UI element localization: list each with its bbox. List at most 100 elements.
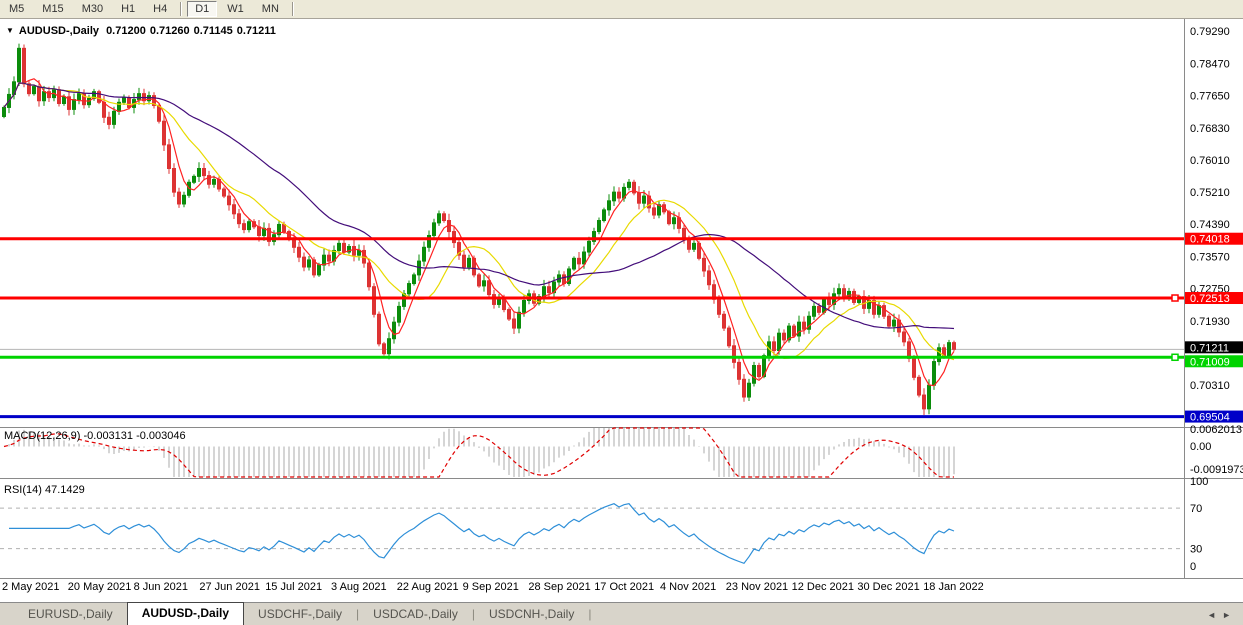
tab-scroll-arrows[interactable]: ◄► xyxy=(1207,610,1237,620)
candle-body xyxy=(903,332,906,342)
candle-body xyxy=(638,193,641,203)
timeframe-button-h1[interactable]: H1 xyxy=(113,1,143,17)
candle-body xyxy=(158,105,161,121)
candle-body xyxy=(588,241,591,252)
candle-body xyxy=(708,271,711,285)
candle-body xyxy=(748,383,751,397)
candle-body xyxy=(488,281,491,295)
timeframe-button-mn[interactable]: MN xyxy=(254,1,287,17)
symbol-tab-usdcnh[interactable]: USDCNH-,Daily xyxy=(477,604,586,625)
timeframe-button-w1[interactable]: W1 xyxy=(219,1,252,17)
timeframe-button-m5[interactable]: M5 xyxy=(1,1,32,17)
candle-body xyxy=(723,314,726,328)
macd-axis-label: -0.0091973 xyxy=(1190,464,1243,476)
current-price-badge-text: 0.71211 xyxy=(1190,342,1229,354)
candle-body xyxy=(733,346,736,363)
candle-body xyxy=(573,258,576,269)
line-handle[interactable] xyxy=(1172,295,1178,301)
macd-axis-label: 0.0062013 xyxy=(1190,424,1242,436)
ma-mid-line xyxy=(4,83,954,360)
candle-body xyxy=(223,189,226,196)
candle-body xyxy=(703,258,706,271)
date-label: 17 Oct 2021 xyxy=(594,581,654,593)
price-tick-label: 0.76830 xyxy=(1190,123,1230,135)
candle-body xyxy=(238,214,241,224)
candle-body xyxy=(563,275,566,284)
ma-slow-line xyxy=(4,83,954,329)
candle-body xyxy=(383,344,386,354)
candle-body xyxy=(178,192,181,204)
candle-body xyxy=(398,306,401,322)
candle-body xyxy=(918,377,921,395)
support-badge-text: 0.69504 xyxy=(1190,412,1230,424)
candle-body xyxy=(353,247,356,256)
symbol-tab-audusd[interactable]: AUDUSD-,Daily xyxy=(127,602,244,625)
candle-body xyxy=(478,275,481,286)
candle-body xyxy=(578,258,581,264)
timeframe-button-m30[interactable]: M30 xyxy=(74,1,111,17)
candle-body xyxy=(873,300,876,314)
candle-body xyxy=(693,243,696,249)
price-tick-label: 0.71930 xyxy=(1190,316,1230,328)
date-label: 20 May 2021 xyxy=(68,581,132,593)
macd-signal-line xyxy=(4,428,954,477)
candle-body xyxy=(328,255,331,261)
timeframe-button-h4[interactable]: H4 xyxy=(145,1,175,17)
candle-body xyxy=(613,192,616,201)
candle-body xyxy=(443,214,446,221)
candle-body xyxy=(728,328,731,346)
candle-body xyxy=(518,312,521,328)
candle-body xyxy=(308,260,311,267)
candle-body xyxy=(228,196,231,205)
candle-body xyxy=(298,247,301,257)
candle-body xyxy=(338,243,341,250)
candle-body xyxy=(513,319,516,328)
candle-body xyxy=(888,316,891,326)
candle-body xyxy=(18,48,21,81)
toolbar-separator xyxy=(180,2,182,16)
candle-body xyxy=(73,100,76,110)
rsi-axis-label: 30 xyxy=(1190,544,1202,556)
symbol-tab-usdchf[interactable]: USDCHF-,Daily xyxy=(246,604,354,625)
date-label: 4 Nov 2021 xyxy=(660,581,716,593)
candle-body xyxy=(948,343,951,356)
candle-body xyxy=(738,362,741,379)
candle-body xyxy=(433,223,436,236)
candle-body xyxy=(818,306,821,312)
candle-body xyxy=(43,92,46,101)
candle-body xyxy=(403,294,406,307)
candle-body xyxy=(823,299,826,312)
symbol-tab-usdcad[interactable]: USDCAD-,Daily xyxy=(361,604,470,625)
date-label: 3 Aug 2021 xyxy=(331,581,387,593)
candle-body xyxy=(583,252,586,264)
candle-body xyxy=(878,306,881,315)
timeframe-button-m15[interactable]: M15 xyxy=(34,1,71,17)
date-label: 18 Jan 2022 xyxy=(923,581,984,593)
chart-canvas[interactable]: 0.792900.784700.776500.768300.760100.752… xyxy=(0,19,1243,602)
candle-body xyxy=(608,201,611,210)
tab-separator: | xyxy=(470,604,477,625)
candle-body xyxy=(23,48,26,83)
candle-body xyxy=(953,343,956,350)
candle-body xyxy=(378,314,381,344)
candle-body xyxy=(463,255,466,267)
candle-body xyxy=(718,299,721,314)
candle-body xyxy=(793,326,796,336)
symbol-tab-eurusd[interactable]: EURUSD-,Daily xyxy=(16,604,125,625)
candle-body xyxy=(813,306,816,316)
price-tick-label: 0.74390 xyxy=(1190,219,1230,231)
candle-body xyxy=(453,232,456,243)
line-handle[interactable] xyxy=(1172,354,1178,360)
macd-axis-label: 0.00 xyxy=(1190,441,1211,453)
timeframe-toolbar: M5M15M30H1H4 D1W1MN xyxy=(0,0,1243,19)
date-label: 8 Jun 2021 xyxy=(134,581,188,593)
candle-body xyxy=(393,322,396,339)
candle-body xyxy=(233,205,236,214)
candle-body xyxy=(128,98,131,108)
candle-body xyxy=(358,250,361,255)
tab-separator: | xyxy=(586,604,593,625)
candle-body xyxy=(173,169,176,193)
timeframe-button-d1[interactable]: D1 xyxy=(187,1,217,17)
candle-body xyxy=(798,322,801,336)
candle-body xyxy=(753,366,756,384)
